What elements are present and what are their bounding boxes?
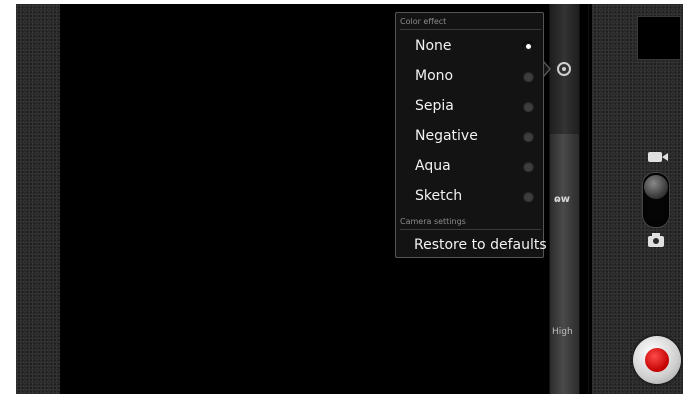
record-dot-icon [645, 348, 669, 372]
option-sketch[interactable]: Sketch [396, 181, 543, 211]
settings-strip[interactable]: ɷw High [549, 4, 580, 394]
color-effect-menu: Color effect None Mono Sepia Negative Aq… [395, 12, 547, 258]
option-none[interactable]: None [396, 31, 543, 61]
radio-icon[interactable] [523, 131, 534, 142]
toggle-knob[interactable] [644, 175, 668, 199]
option-negative[interactable]: Negative [396, 121, 543, 151]
option-label: None [415, 38, 452, 54]
right-control-panel [588, 4, 683, 394]
white-balance-icon[interactable]: ɷw [554, 194, 570, 205]
restore-defaults-button[interactable]: Restore to defaults [396, 233, 547, 257]
option-label: Sketch [415, 188, 463, 204]
restore-defaults-label: Restore to defaults [414, 237, 547, 253]
mode-switch-area [637, 152, 681, 252]
option-label: Aqua [415, 158, 451, 174]
option-sepia[interactable]: Sepia [396, 91, 543, 121]
radio-selected-icon[interactable] [523, 41, 534, 52]
video-camera-icon [648, 152, 668, 162]
shutter-button[interactable] [633, 336, 681, 384]
section-header-color-effect: Color effect [400, 15, 541, 30]
radio-icon[interactable] [523, 101, 534, 112]
section-header-camera-settings: Camera settings [400, 215, 541, 230]
radio-icon[interactable] [523, 191, 534, 202]
camera-icon [648, 233, 664, 247]
thumbnail[interactable] [637, 16, 681, 60]
radio-icon[interactable] [523, 71, 534, 82]
option-label: Negative [415, 128, 478, 144]
option-aqua[interactable]: Aqua [396, 151, 543, 181]
radio-icon[interactable] [523, 161, 534, 172]
option-label: Sepia [415, 98, 454, 114]
popup-pointer [543, 61, 551, 77]
settings-icon[interactable] [557, 62, 571, 76]
quality-label[interactable]: High [552, 327, 573, 337]
camera-video-toggle[interactable] [642, 172, 670, 228]
option-mono[interactable]: Mono [396, 61, 543, 91]
option-label: Mono [415, 68, 454, 84]
camera-frame: ɷw High Color effect None Mono Sepia Neg… [16, 4, 683, 394]
